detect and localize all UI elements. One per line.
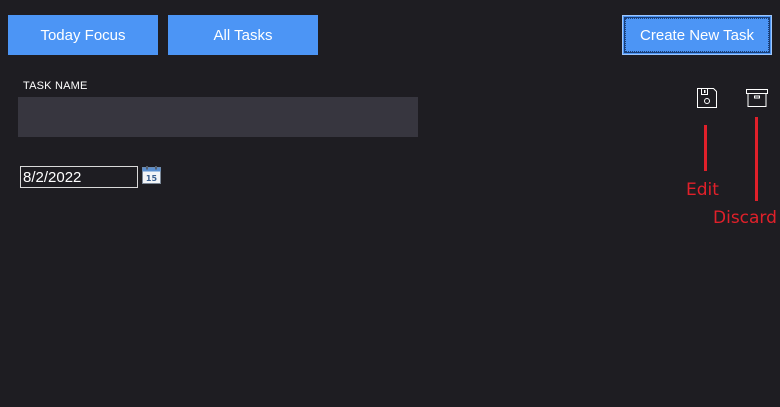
date-input[interactable] — [20, 166, 138, 188]
all-tasks-button[interactable]: All Tasks — [168, 15, 318, 55]
create-new-task-button[interactable]: Create New Task — [622, 15, 772, 55]
today-focus-button[interactable]: Today Focus — [8, 15, 158, 55]
floppy-disk-icon[interactable] — [695, 86, 719, 110]
discard-annotation-label: Discard — [713, 208, 777, 228]
discard-annotation-line — [755, 117, 758, 201]
task-name-input[interactable] — [18, 97, 418, 137]
archive-box-icon[interactable] — [745, 86, 769, 110]
task-name-label: TASK NAME — [23, 80, 88, 92]
edit-annotation-label: Edit — [686, 180, 719, 200]
calendar-icon[interactable]: 15 — [142, 166, 161, 184]
calendar-day-text: 15 — [146, 174, 158, 183]
edit-annotation-line — [704, 125, 707, 171]
